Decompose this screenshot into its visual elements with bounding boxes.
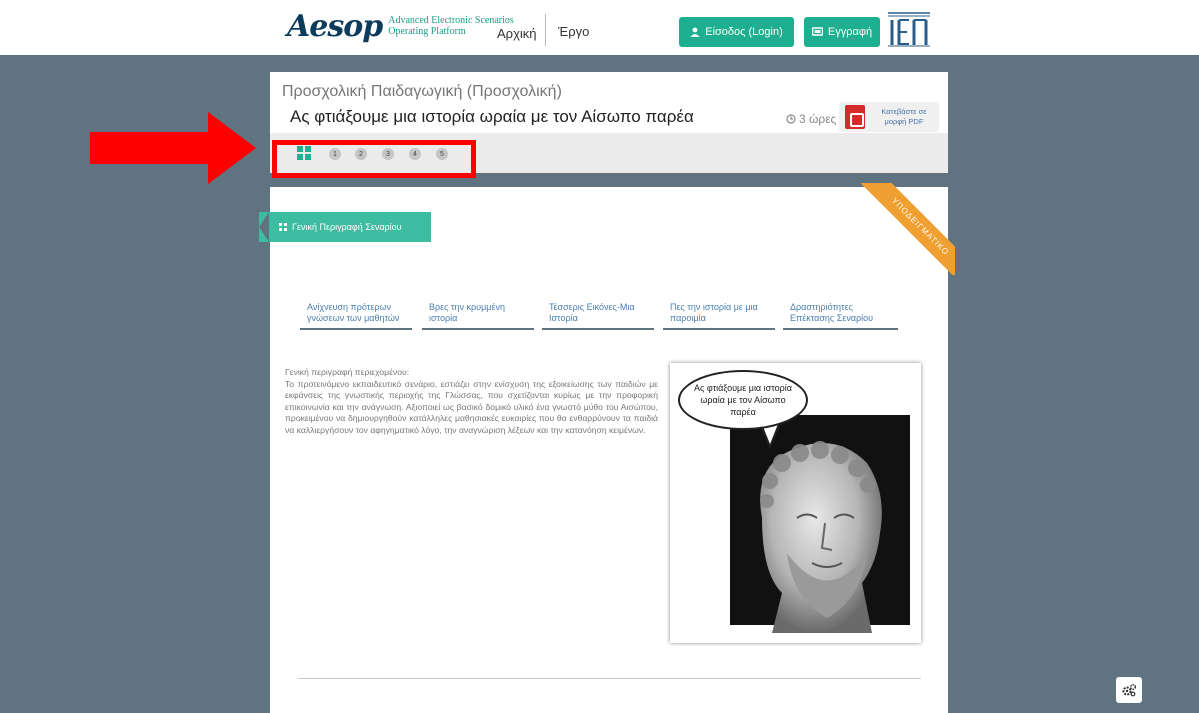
general-description-tag[interactable]: Γενική Περιγραφή Σεναρίου bbox=[259, 212, 431, 242]
aesop-bust-image bbox=[760, 441, 882, 633]
scenario-description: Γενική περιγραφή περιεχομένου: Το προτει… bbox=[285, 367, 658, 437]
scenario-title: Ας φτιάξουμε μια ιστορία ωραία με τον Αί… bbox=[290, 107, 694, 126]
register-button[interactable]: Εγγραφή bbox=[804, 17, 880, 47]
logo-subtitle: Advanced Electronic Scenarios Operating … bbox=[388, 15, 514, 37]
download-pdf-button[interactable]: Κατεβάστε σε μορφή PDF bbox=[839, 102, 939, 132]
nav-home-link[interactable]: Αρχική bbox=[497, 26, 537, 41]
grid-icon bbox=[279, 223, 287, 231]
logo-subtitle-line1: Advanced Electronic Scenarios bbox=[388, 15, 514, 26]
register-label: Εγγραφή bbox=[827, 26, 873, 38]
pdf-icon bbox=[845, 105, 865, 129]
pdf-label-line2: μορφή PDF bbox=[884, 117, 924, 126]
tab-activity-3[interactable]: Τέσσερις Εικόνες-Μια Ιστορία bbox=[542, 281, 654, 330]
pdf-label: Κατεβάστε σε μορφή PDF bbox=[873, 107, 935, 127]
highlight-box-annotation bbox=[272, 140, 476, 178]
tab-activity-2[interactable]: Βρες την κρυμμένη ιστορία bbox=[422, 281, 534, 330]
pdf-label-line1: Κατεβάστε σε bbox=[881, 107, 927, 116]
nav-work-link[interactable]: Έργο bbox=[558, 24, 589, 39]
duration-value: 3 ώρες bbox=[799, 112, 837, 126]
logo-word: Aesop bbox=[287, 9, 383, 44]
login-button[interactable]: Είσοδος (Login) bbox=[679, 17, 794, 47]
ribbon-label: ΥΠΟΔΕΙΓΜΑΤΙΚΟ bbox=[859, 183, 955, 275]
description-body: Το προτεινόμενο εκπαιδευτικό σενάριο, εσ… bbox=[285, 378, 658, 435]
iep-logo bbox=[888, 12, 930, 47]
scenario-category: Προσχολική Παιδαγωγική (Προσχολική) bbox=[282, 83, 562, 100]
tab-activity-1[interactable]: Ανίχνευση πρότερων γνώσεων των μαθητών bbox=[300, 281, 412, 330]
speech-bubble: Ας φτιάξουμε μια ιστορία ωραία με τον Αί… bbox=[678, 370, 808, 430]
nav-divider bbox=[545, 14, 546, 46]
general-description-label: Γενική Περιγραφή Σεναρίου bbox=[292, 222, 402, 232]
description-heading: Γενική περιγραφή περιεχομένου: bbox=[285, 367, 410, 377]
top-navbar: Aesop Advanced Electronic Scenarios Oper… bbox=[0, 0, 1199, 55]
gears-icon bbox=[1122, 683, 1137, 697]
clock-icon bbox=[786, 114, 796, 124]
logo-subtitle-line2: Operating Platform bbox=[388, 26, 466, 37]
activity-tabs: Ανίχνευση πρότερων γνώσεων των μαθητών Β… bbox=[0, 281, 1199, 331]
red-arrow-annotation bbox=[90, 112, 256, 184]
login-label: Είσοδος (Login) bbox=[705, 26, 783, 38]
register-icon bbox=[811, 27, 823, 36]
tab-activity-5[interactable]: Δραστηριότητες Επέκτασης Σεναρίου bbox=[783, 281, 898, 330]
exemplary-ribbon: ΥΠΟΔΕΙΓΜΑΤΙΚΟ bbox=[855, 183, 955, 275]
content-divider bbox=[298, 678, 921, 679]
aesop-illustration: Ας φτιάξουμε μια ιστορία ωραία με τον Αί… bbox=[670, 363, 921, 643]
scenario-duration: 3 ώρες bbox=[786, 112, 836, 126]
tab-activity-4[interactable]: Πες την ιστορία με μια παροιμία bbox=[663, 281, 775, 330]
settings-button[interactable] bbox=[1116, 677, 1142, 703]
user-icon bbox=[690, 27, 700, 37]
aesop-logo[interactable]: Aesop Advanced Electronic Scenarios Oper… bbox=[287, 12, 514, 42]
